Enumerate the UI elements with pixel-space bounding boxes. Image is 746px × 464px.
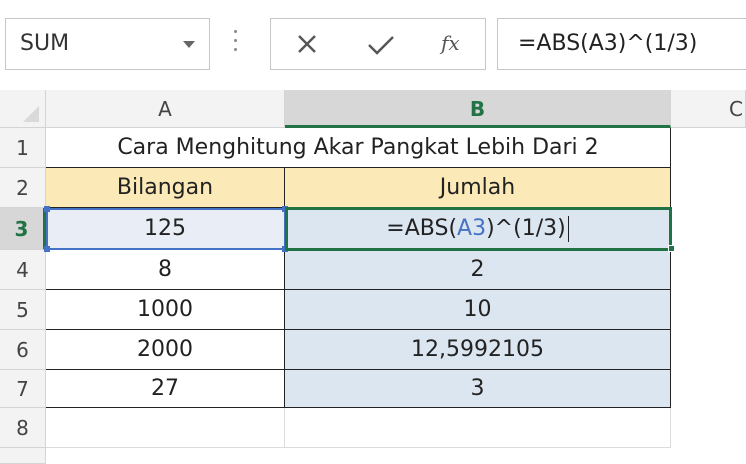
edit-text-reference: A3 [457,216,487,241]
formula-buttons: fx [270,18,486,70]
name-box[interactable]: SUM [5,18,210,70]
cell-b4[interactable]: 2 [285,250,671,290]
column-header-b[interactable]: B [285,90,671,128]
formula-bar-area: SUM fx =ABS(A3)^(1/3) [0,0,746,90]
name-box-dropdown-icon[interactable] [183,41,195,48]
cell-a4[interactable]: 8 [46,250,285,290]
formula-text: =ABS(A3)^(1/3) [518,31,698,56]
column-c-cells[interactable] [671,128,746,448]
row-header-1[interactable]: 1 [0,128,46,168]
row-header-8[interactable]: 8 [0,408,46,448]
row-header-5[interactable]: 5 [0,290,46,330]
name-box-value: SUM [20,31,70,56]
more-options-icon[interactable] [232,30,238,58]
fill-handle[interactable] [668,245,675,252]
row-header-7[interactable]: 7 [0,370,46,408]
cell-a7[interactable]: 27 [46,370,285,408]
row-header-3[interactable]: 3 [0,208,46,250]
column-header-a[interactable]: A [46,90,285,128]
insert-function-button[interactable]: fx [435,29,475,61]
x-icon [298,35,316,53]
cell-a5[interactable]: 1000 [46,290,285,330]
cell-b7[interactable]: 3 [285,370,671,408]
cell-a3[interactable]: 125 [46,208,285,250]
cell-b2-header[interactable]: Jumlah [285,168,671,208]
cell-a6[interactable]: 2000 [46,330,285,370]
cell-b3-editing[interactable]: =ABS(A3)^(1/3) [285,208,671,250]
cell-b8[interactable] [285,408,671,448]
spreadsheet-grid: A B C 1 2 3 4 5 6 7 8 Cara Menghitung Ak… [0,90,746,464]
select-all-triangle-icon [23,106,39,122]
cell-b5[interactable]: 10 [285,290,671,330]
row-header-6[interactable]: 6 [0,330,46,370]
column-header-c[interactable]: C [671,90,746,128]
fx-icon: fx [441,31,460,55]
cancel-button[interactable] [289,29,329,61]
check-icon [368,36,394,55]
edit-text-suffix: )^(1/3) [486,216,566,241]
row-header-9[interactable] [0,448,46,464]
cell-b6[interactable]: 12,5992105 [285,330,671,370]
edit-text-prefix: =ABS( [386,216,458,241]
cell-a8[interactable] [46,408,285,448]
row-header-2[interactable]: 2 [0,168,46,208]
row-header-4[interactable]: 4 [0,250,46,290]
text-cursor [567,216,569,242]
cell-a1-title[interactable]: Cara Menghitung Akar Pangkat Lebih Dari … [46,128,671,168]
cell-a2-header[interactable]: Bilangan [46,168,285,208]
enter-button[interactable] [363,29,403,61]
formula-input[interactable]: =ABS(A3)^(1/3) [497,18,746,70]
select-all-button[interactable] [0,90,46,128]
